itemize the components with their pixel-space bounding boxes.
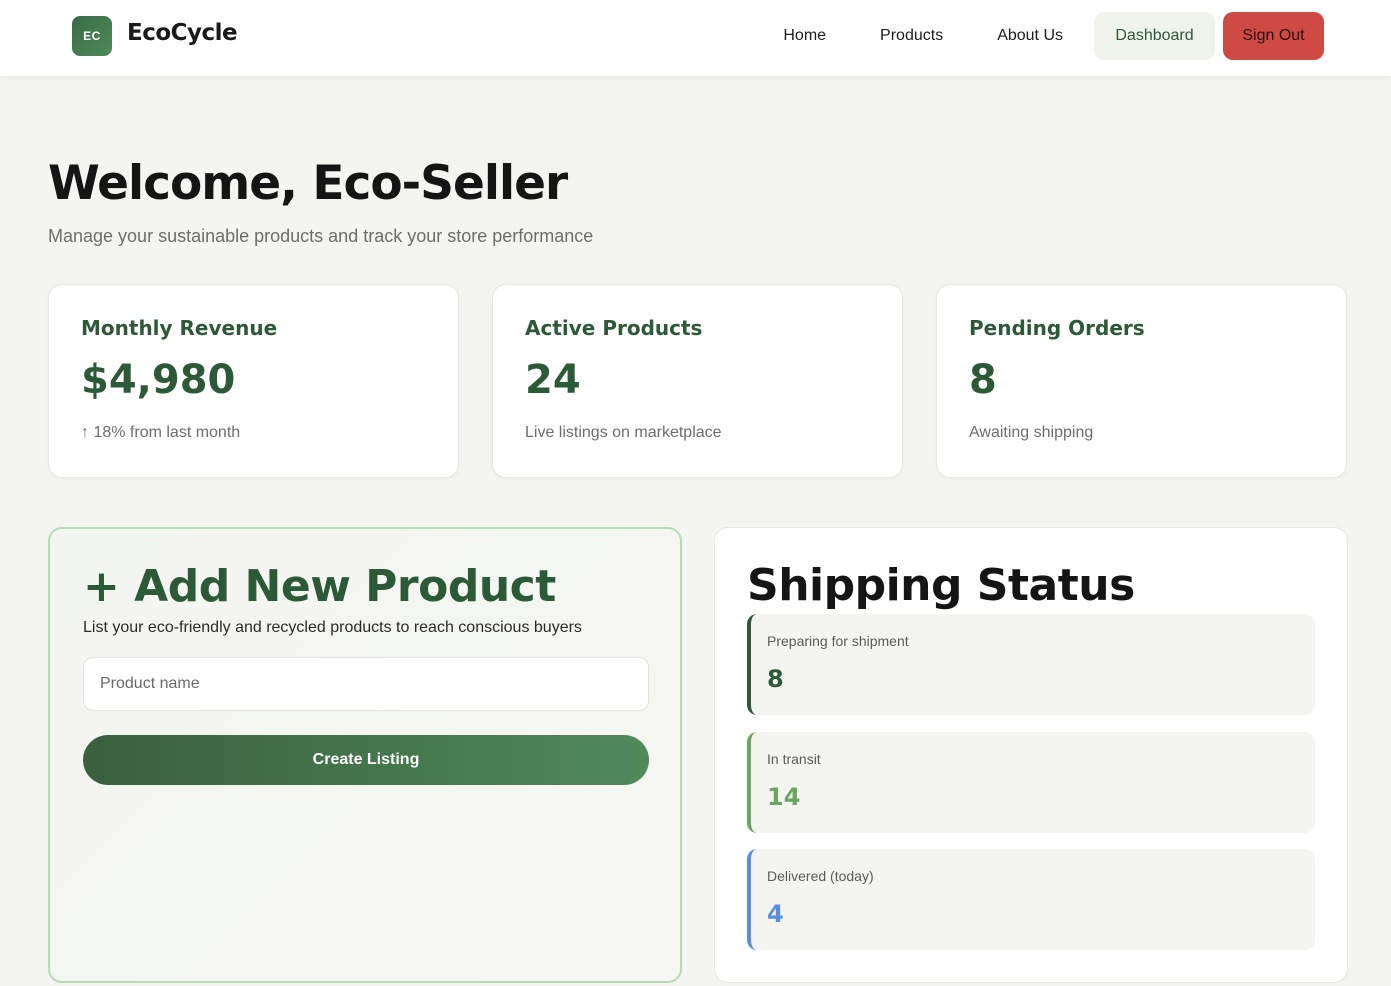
main-nav: Home Products About Us Dashboard Sign Ou…: [760, 12, 1324, 60]
stat-value: $4,980: [81, 357, 236, 403]
page-subtitle: Manage your sustainable products and tra…: [48, 226, 594, 246]
add-product-title: + Add New Product: [83, 561, 556, 612]
add-product-panel: + Add New Product List your eco-friendly…: [48, 527, 682, 983]
stat-label: Pending Orders: [969, 316, 1145, 340]
product-name-input[interactable]: [83, 657, 649, 711]
nav-home-link[interactable]: Home: [760, 12, 849, 60]
create-listing-button[interactable]: Create Listing: [83, 735, 649, 785]
page-title: Welcome, Eco-Seller: [48, 156, 568, 211]
add-product-description: List your eco-friendly and recycled prod…: [83, 619, 582, 636]
stat-note: ↑ 18% from last month: [81, 424, 241, 441]
shipping-item-in-transit: In transit 14: [747, 732, 1315, 833]
stat-card-pending-orders: Pending Orders 8 Awaiting shipping: [936, 284, 1347, 478]
nav-products-link[interactable]: Products: [857, 12, 966, 60]
stat-value: 24: [525, 357, 581, 403]
stat-note: Awaiting shipping: [969, 424, 1094, 441]
shipping-item-label: Delivered (today): [767, 868, 874, 884]
logo-badge[interactable]: EC: [72, 16, 112, 56]
stat-card-active-products: Active Products 24 Live listings on mark…: [492, 284, 903, 478]
shipping-status-title: Shipping Status: [747, 560, 1135, 611]
shipping-item-label: Preparing for shipment: [767, 633, 909, 649]
shipping-item-value: 4: [767, 900, 784, 928]
stat-label: Active Products: [525, 316, 703, 340]
stat-card-revenue: Monthly Revenue $4,980 ↑ 18% from last m…: [48, 284, 459, 478]
shipping-item-label: In transit: [767, 751, 821, 767]
shipping-item-preparing: Preparing for shipment 8: [747, 614, 1315, 715]
brand-name[interactable]: EcoCycle: [127, 20, 238, 46]
shipping-status-panel: Shipping Status Preparing for shipment 8…: [714, 527, 1348, 983]
nav-dashboard-button[interactable]: Dashboard: [1094, 12, 1215, 60]
shipping-item-value: 14: [767, 783, 801, 811]
stat-value: 8: [969, 357, 997, 403]
stat-label: Monthly Revenue: [81, 316, 278, 340]
stat-note: Live listings on marketplace: [525, 424, 722, 441]
nav-about-link[interactable]: About Us: [974, 12, 1086, 60]
sign-out-button[interactable]: Sign Out: [1223, 12, 1324, 60]
top-navigation-bar: EC EcoCycle Home Products About Us Dashb…: [0, 0, 1391, 76]
shipping-item-delivered: Delivered (today) 4: [747, 849, 1315, 950]
shipping-item-value: 8: [767, 665, 784, 693]
